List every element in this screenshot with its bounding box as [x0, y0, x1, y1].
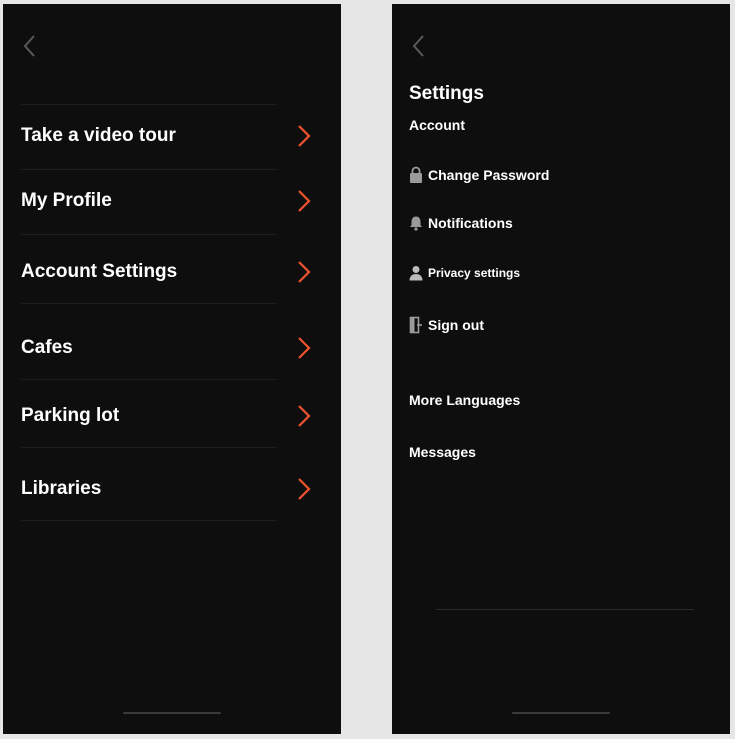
menu-item-label: Cafes — [21, 337, 73, 358]
more-languages-link[interactable]: More Languages — [409, 392, 520, 408]
menu-item-label: Parking lot — [21, 405, 120, 426]
lock-icon — [408, 166, 423, 184]
person-icon — [408, 264, 423, 282]
menu-divider — [21, 169, 277, 170]
chevron-right-icon — [296, 477, 312, 501]
page-title: Settings — [409, 83, 484, 104]
home-indicator — [123, 712, 221, 714]
menu-divider — [21, 379, 277, 380]
menu-divider — [21, 303, 277, 304]
home-indicator — [512, 712, 610, 714]
menu-item-parking-lot[interactable]: Parking lot — [3, 391, 341, 441]
sign-out-icon — [408, 316, 423, 334]
menu-divider — [21, 234, 277, 235]
messages-link[interactable]: Messages — [409, 444, 476, 460]
chevron-right-icon — [296, 404, 312, 428]
change-password-item[interactable]: Change Password — [408, 163, 549, 187]
chevron-left-icon — [23, 35, 35, 57]
section-label-account: Account — [409, 117, 465, 133]
chevron-right-icon — [296, 336, 312, 360]
notifications-item[interactable]: Notifications — [408, 211, 513, 235]
menu-item-label: Account Settings — [21, 261, 178, 282]
menu-item-label: Libraries — [21, 478, 102, 499]
menu-item-libraries[interactable]: Libraries — [3, 464, 341, 514]
chevron-right-icon — [296, 189, 312, 213]
menu-item-video-tour[interactable]: Take a video tour — [3, 111, 341, 161]
menu-screen: Take a video tour My Profile Account Set… — [3, 4, 341, 734]
chevron-right-icon — [296, 260, 312, 284]
chevron-left-icon — [412, 35, 424, 57]
setting-label: Privacy settings — [428, 266, 521, 280]
menu-divider — [21, 447, 277, 448]
divider — [436, 609, 694, 610]
menu-divider — [21, 104, 277, 105]
menu-item-cafes[interactable]: Cafes — [3, 323, 341, 373]
menu-item-label: My Profile — [21, 190, 112, 211]
sign-out-item[interactable]: Sign out — [408, 313, 484, 337]
setting-label: Notifications — [428, 215, 513, 231]
menu-item-account-settings[interactable]: Account Settings — [3, 247, 341, 297]
setting-label: Sign out — [428, 317, 484, 333]
privacy-settings-item[interactable]: Privacy settings — [408, 261, 520, 285]
settings-screen: Settings Account Change Password Notific… — [392, 4, 730, 734]
menu-item-my-profile[interactable]: My Profile — [3, 176, 341, 226]
bell-icon — [408, 214, 423, 232]
chevron-right-icon — [296, 124, 312, 148]
menu-item-label: Take a video tour — [21, 125, 176, 146]
menu-divider — [21, 520, 277, 521]
setting-label: Change Password — [428, 167, 550, 183]
back-button[interactable] — [408, 32, 432, 60]
back-button[interactable] — [19, 32, 43, 60]
